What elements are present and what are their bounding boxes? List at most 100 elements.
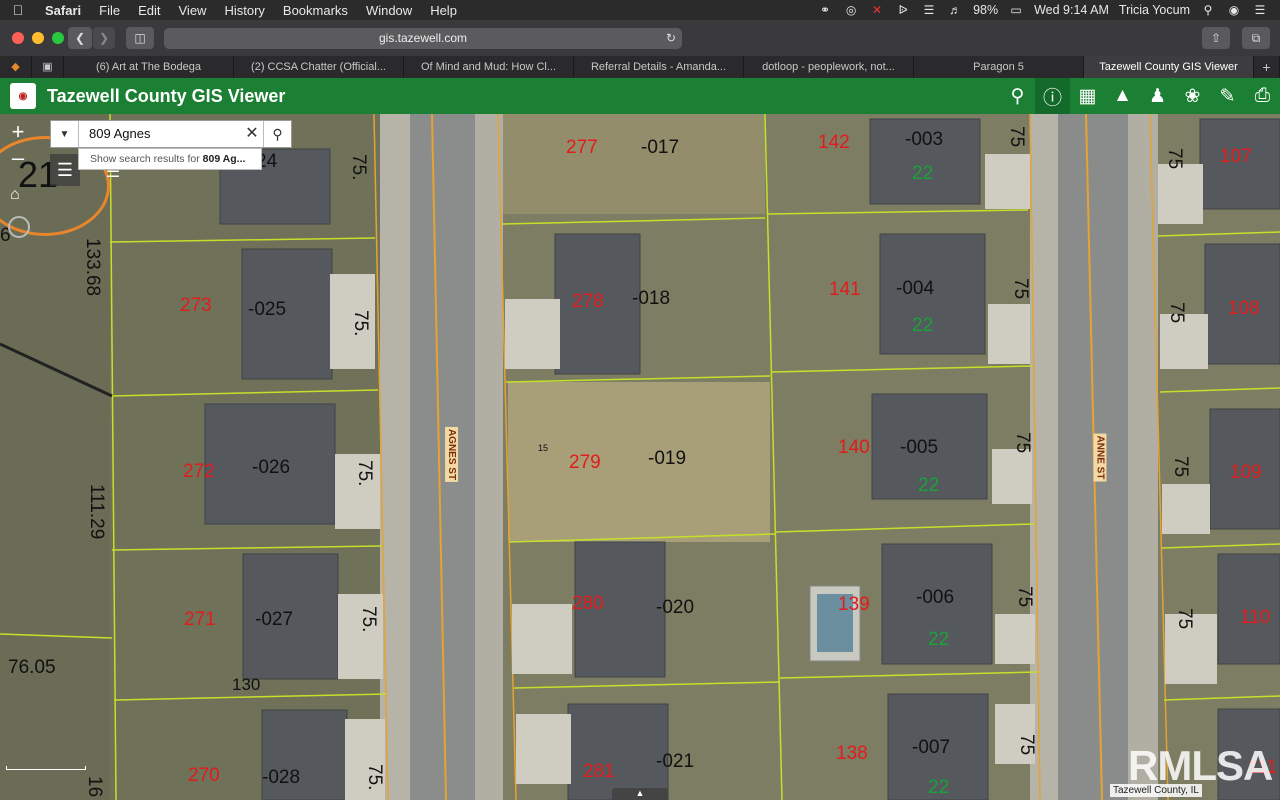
parcel-pin: -021	[656, 751, 695, 772]
parcel-lot-number[interactable]: 109	[1230, 463, 1262, 482]
clear-search-icon[interactable]: ✕	[241, 121, 263, 147]
forward-button[interactable]: ❯	[93, 27, 115, 49]
graduation-cap-tool-icon[interactable]: ▲	[1105, 78, 1140, 114]
dimension-label: 75.	[364, 764, 385, 791]
lot-label: 22	[928, 629, 950, 650]
search-suggestion[interactable]: Show search results for 809 Ag...	[78, 148, 262, 170]
tabs-overview-button[interactable]: ⧉	[1242, 27, 1270, 49]
bluetooth-icon[interactable]: ᐉ	[895, 3, 911, 17]
reload-icon[interactable]: ↻	[666, 28, 676, 49]
close-status-icon[interactable]: ✕	[869, 3, 885, 17]
tab-paragon[interactable]: Paragon 5	[914, 56, 1084, 78]
menu-window[interactable]: Window	[357, 3, 421, 18]
clock[interactable]: Wed 9:14 AM	[1034, 3, 1109, 17]
map-attribution: Tazewell County, IL	[1110, 784, 1202, 797]
menu-help[interactable]: Help	[421, 3, 466, 18]
print-tool-icon[interactable]: ⎙	[1245, 78, 1280, 114]
parcel-pin: -005	[900, 437, 939, 458]
dimension-label: 75.	[350, 310, 371, 337]
wifi-icon[interactable]: ☰	[921, 3, 937, 17]
layers-icon[interactable]: ☰	[50, 154, 80, 186]
parcel-lot-number[interactable]: 279	[569, 453, 601, 472]
new-tab-button[interactable]: +	[1254, 56, 1280, 78]
parcel-lot-number[interactable]: 138	[836, 744, 868, 763]
menu-view[interactable]: View	[170, 3, 216, 18]
battery-percent: 98%	[973, 3, 999, 17]
sidebar-toggle-button[interactable]: ◫	[126, 27, 154, 49]
close-window-button[interactable]	[12, 32, 24, 44]
zoom-in-button[interactable]: +	[4, 119, 32, 145]
pinned-site-icon: ◆	[11, 61, 20, 73]
address-bar[interactable]: gis.tazewell.com ↻	[164, 28, 682, 49]
user-name[interactable]: Tricia Yocum	[1119, 3, 1190, 17]
dimension-label: 111.29	[86, 484, 107, 540]
parcel-lot-number[interactable]: 278	[572, 292, 604, 311]
notification-center-icon[interactable]: ☰	[1252, 3, 1268, 17]
siri-icon[interactable]: ◉	[1226, 3, 1242, 17]
tab-gis-viewer[interactable]: Tazewell County GIS Viewer	[1084, 56, 1254, 78]
search-input[interactable]: 809 Agnes	[79, 121, 241, 147]
parcel-lot-number[interactable]: 141	[829, 280, 861, 299]
parcel-pin: -020	[656, 597, 695, 618]
apple-icon[interactable]: 	[0, 2, 36, 18]
parcel-pin: -003	[905, 129, 944, 150]
volume-icon[interactable]: ♬	[947, 3, 963, 17]
back-button[interactable]: ❮	[68, 27, 92, 49]
zoom-out-button[interactable]: –	[4, 145, 32, 171]
ruler-tool-icon[interactable]: ✎	[1210, 78, 1245, 114]
search-source-dropdown[interactable]: ▼	[51, 121, 79, 147]
share-button[interactable]: ⇧	[1202, 27, 1230, 49]
home-icon[interactable]: ⌂	[10, 186, 30, 206]
parcel-lot-number[interactable]: 272	[183, 462, 215, 481]
parcel-lot-number[interactable]: 139	[838, 595, 870, 614]
tab-dotloop[interactable]: dotloop - peoplework, not...	[744, 56, 914, 78]
menu-app[interactable]: Safari	[36, 3, 90, 18]
minimize-window-button[interactable]	[32, 32, 44, 44]
pinned-tab-1[interactable]: ◆	[0, 56, 32, 78]
locate-icon[interactable]	[8, 216, 30, 238]
aerial-imagery	[0, 114, 1280, 800]
menu-bookmarks[interactable]: Bookmarks	[274, 3, 357, 18]
grid-tool-icon[interactable]: ▦	[1070, 78, 1105, 114]
tab-ccsa-chatter[interactable]: (2) CCSA Chatter (Official...	[234, 56, 404, 78]
dimension-label: 75.	[358, 606, 379, 633]
street-label-anne: ANNE ST	[1093, 433, 1107, 482]
menu-edit[interactable]: Edit	[129, 3, 169, 18]
tab-referral-details[interactable]: Referral Details - Amanda...	[574, 56, 744, 78]
menu-history[interactable]: History	[215, 3, 273, 18]
parcel-pin: -026	[252, 457, 291, 478]
parcel-lot-number[interactable]: 140	[838, 438, 870, 457]
parcel-lot-number[interactable]: 281	[583, 762, 615, 781]
info-tool-icon[interactable]: ⓘ	[1035, 78, 1070, 114]
creative-cloud-icon[interactable]: ⚭	[817, 3, 833, 17]
person-tool-icon[interactable]: ♟	[1140, 78, 1175, 114]
parcel-lot-number[interactable]: 107	[1220, 147, 1252, 166]
status-icon[interactable]: ◎	[843, 3, 859, 17]
battery-icon[interactable]: ▭	[1008, 3, 1024, 17]
map-view[interactable]: AGNES ST ANNE ST 277 -017 273 -025 278 -…	[0, 114, 1280, 800]
menu-file[interactable]: File	[90, 3, 129, 18]
search-icon[interactable]: ⚲	[263, 121, 291, 147]
parcel-lot-number[interactable]: 270	[188, 766, 220, 785]
parcel-lot-number[interactable]: 277	[566, 138, 598, 157]
parcel-lot-number[interactable]: 280	[572, 594, 604, 613]
parcel-pin: -006	[916, 587, 955, 608]
pinned-tab-2[interactable]: ▣	[32, 56, 64, 78]
parcel-lot-number[interactable]: 110	[1240, 608, 1270, 627]
measure-tool-icon[interactable]: ❀	[1175, 78, 1210, 114]
collapse-panel-button[interactable]: ▲	[612, 788, 668, 800]
parcel-lot-number[interactable]: 108	[1228, 299, 1260, 318]
spotlight-icon[interactable]: ⚲	[1200, 3, 1216, 17]
url-text: gis.tazewell.com	[378, 31, 468, 45]
tab-art-bodega[interactable]: (6) Art at The Bodega	[64, 56, 234, 78]
county-seal-logo: ◉	[10, 83, 36, 109]
parcel-lot-number[interactable]: 271	[184, 610, 216, 629]
zoom-control: + –	[4, 119, 32, 171]
search-tool-icon[interactable]: ⚲	[1000, 78, 1035, 114]
dimension-label: 75	[1174, 608, 1195, 630]
tab-mind-mud[interactable]: Of Mind and Mud: How Cl...	[404, 56, 574, 78]
parcel-lot-number[interactable]: 273	[180, 296, 212, 315]
parcel-lot-number[interactable]: 142	[818, 133, 850, 152]
zoom-window-button[interactable]	[52, 32, 64, 44]
parcel-pin: -017	[641, 137, 680, 158]
